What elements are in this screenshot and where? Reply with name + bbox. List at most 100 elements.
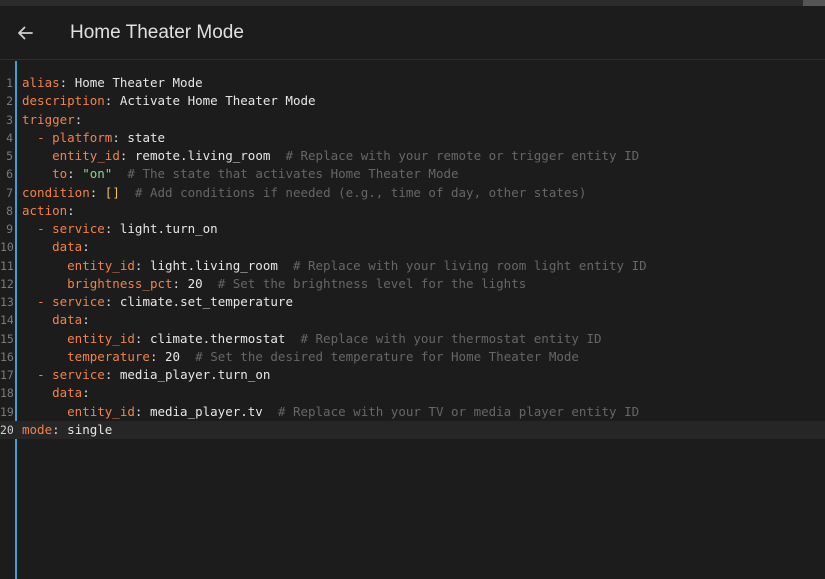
code-text: brightness_pct: 20 # Set the brightness … (22, 275, 526, 293)
yaml-colon: : (82, 239, 90, 255)
code-line[interactable]: 17 - service: media_player.turn_on (0, 366, 825, 384)
yaml-key: action (22, 202, 68, 218)
yaml-colon: : (74, 111, 83, 127)
code-text: action: (22, 202, 75, 220)
code-text: mode: single (22, 421, 112, 439)
yaml-key: entity_id (67, 330, 135, 346)
yaml-value: light.living_room (149, 257, 278, 273)
yaml-value: media_player.turn_on (119, 367, 271, 382)
yaml-value: 20 (187, 275, 203, 291)
list-dash: - (37, 294, 53, 309)
yaml-comment: # Add conditions if needed (e.g., time o… (134, 184, 587, 200)
yaml-colon: : (112, 129, 120, 145)
code-line[interactable]: 11 entity_id: light.living_room # Replac… (0, 257, 825, 275)
code-line[interactable]: 19 entity_id: media_player.tv # Replace … (0, 403, 825, 421)
yaml-colon: : (82, 385, 90, 401)
yaml-value: Home Theater Mode (74, 75, 203, 90)
code-text: entity_id: light.living_room # Replace w… (22, 257, 647, 275)
yaml-comment: # Replace with your thermostat entity ID (300, 330, 602, 346)
back-button[interactable] (12, 19, 40, 47)
yaml-colon: : (104, 93, 113, 109)
code-line[interactable]: 16 temperature: 20 # Set the desired tem… (0, 348, 825, 366)
line-number: 9 (6, 222, 13, 236)
yaml-colon: : (119, 148, 128, 163)
code-line[interactable]: 2 description: Activate Home Theater Mode (0, 92, 825, 110)
yaml-value: light.turn_on (119, 221, 218, 236)
yaml-value: climate.thermostat (149, 330, 286, 346)
line-number: 18 (0, 386, 13, 401)
yaml-key: data (52, 385, 83, 401)
code-line[interactable]: 20 mode: single (0, 420, 825, 439)
yaml-value: single (67, 421, 113, 437)
code-line[interactable]: 6 to: "on" # The state that activates Ho… (0, 165, 825, 183)
page-title: Home Theater Mode (70, 22, 244, 43)
yaml-key: alias (22, 75, 60, 90)
yaml-value: 20 (165, 348, 181, 364)
code-line[interactable]: 7 condition: [] # Add conditions if neede… (0, 184, 825, 202)
yaml-comment: # Set the desired temperature for Home T… (195, 348, 579, 364)
code-line[interactable]: 18 data: (0, 384, 825, 402)
yaml-key: condition (22, 184, 90, 200)
yaml-value: state (127, 129, 166, 145)
code-line[interactable]: 3 trigger: (0, 111, 825, 129)
yaml-key: trigger (22, 111, 75, 127)
yaml-value: remote.living_room (134, 148, 271, 163)
yaml-value: Activate Home Theater Mode (119, 93, 316, 109)
code-line[interactable]: 4 - platform: state (0, 129, 825, 147)
line-number: 3 (6, 112, 13, 127)
code-line[interactable]: 1 alias: Home Theater Mode (0, 74, 825, 92)
code-text: temperature: 20 # Set the desired temper… (22, 348, 579, 366)
line-number: 1 (6, 76, 13, 90)
yaml-key: data (52, 312, 83, 328)
yaml-key: entity_id (67, 257, 135, 273)
arrow-left-icon (18, 26, 33, 40)
page-header: Home Theater Mode (0, 6, 825, 60)
yaml-key: platform (52, 129, 113, 145)
yaml-value: media_player.tv (149, 403, 263, 419)
yaml-key: service (52, 221, 105, 236)
code-line[interactable]: 5 entity_id: remote.living_room # Replac… (0, 147, 825, 165)
code-text: description: Activate Home Theater Mode (22, 92, 316, 110)
yaml-colon: : (134, 257, 143, 273)
code-line[interactable]: 14 data: (0, 311, 825, 329)
code-line[interactable]: 15 entity_id: climate.thermostat # Repla… (0, 330, 825, 348)
code-line[interactable]: 12 brightness_pct: 20 # Set the brightne… (0, 275, 825, 293)
yaml-key: mode (22, 421, 53, 437)
code-text: data: (22, 311, 90, 329)
yaml-key: data (52, 239, 83, 255)
yaml-comment: # Replace with your remote or trigger en… (285, 148, 640, 163)
yaml-colon: : (59, 75, 68, 90)
code-line[interactable]: 9 - service: light.turn_on (0, 220, 825, 238)
yaml-code-editor[interactable]: 1 alias: Home Theater Mode 2 description: A… (0, 61, 825, 579)
code-line[interactable]: 13 - service: climate.set_temperature (0, 293, 825, 311)
line-number: 16 (0, 349, 13, 364)
code-line[interactable]: 8 action: (0, 202, 825, 220)
yaml-key: entity_id (52, 148, 120, 163)
yaml-colon: : (104, 367, 113, 382)
code-line[interactable]: 10 data: (0, 238, 825, 256)
line-number: 12 (0, 276, 13, 291)
code-text: to: "on" # The state that activates Home… (22, 165, 458, 183)
line-number: 20 (0, 422, 13, 437)
yaml-colon: : (134, 403, 143, 419)
yaml-key: service (52, 294, 105, 309)
line-number: 15 (0, 331, 13, 346)
code-text: trigger: (22, 111, 82, 129)
code-lines[interactable]: 1 alias: Home Theater Mode 2 description: A… (0, 74, 825, 439)
yaml-colon: : (89, 184, 98, 200)
code-text: data: (22, 238, 90, 256)
code-text: entity_id: remote.living_room # Replace … (22, 147, 639, 165)
yaml-value: "on" (82, 166, 113, 182)
